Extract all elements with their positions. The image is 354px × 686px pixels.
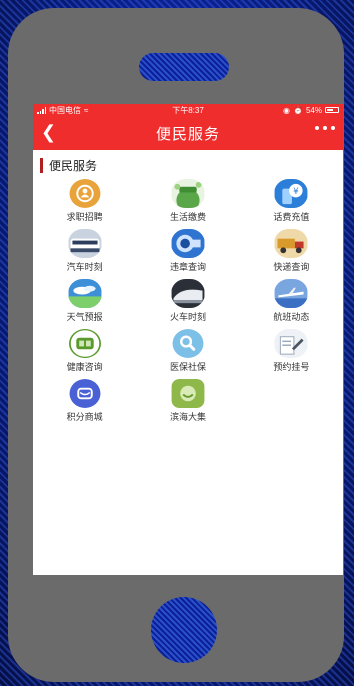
service-phone-recharge[interactable]: ¥ 话费充值 — [240, 179, 343, 223]
service-label: 快递查询 — [273, 262, 310, 272]
battery-icon — [325, 107, 339, 113]
job-person-icon — [69, 179, 101, 208]
service-label: 滨海大集 — [169, 412, 206, 422]
app-screen: 中国电信 ≈ 下午8:37 ◉ ⏰ 54% ❮ 便民服务 便民服务 求职招聘 生… — [33, 104, 343, 575]
nav-bar: ❮ 便民服务 — [33, 116, 343, 150]
service-label: 生活缴费 — [169, 212, 206, 222]
life-payment-icon — [171, 179, 205, 208]
phone-speaker — [139, 53, 229, 81]
binhai-market-icon — [171, 379, 205, 408]
status-bar: 中国电信 ≈ 下午8:37 ◉ ⏰ 54% — [33, 104, 343, 116]
phone-recharge-icon: ¥ — [274, 179, 308, 208]
service-label: 积分商城 — [66, 412, 103, 422]
svg-text:¥: ¥ — [293, 187, 299, 197]
weather-icon — [68, 279, 102, 308]
bus-schedule-icon — [68, 229, 102, 258]
section-title: 便民服务 — [49, 158, 98, 173]
service-label: 违章查询 — [169, 262, 206, 272]
service-points-mall[interactable]: 积分商城 — [33, 379, 136, 423]
service-appointment[interactable]: 预约挂号 — [240, 329, 343, 373]
traffic-camera-icon — [171, 229, 205, 258]
service-health[interactable]: 健康咨询 — [33, 329, 136, 373]
status-time: 下午8:37 — [172, 106, 204, 115]
home-button[interactable] — [151, 597, 217, 663]
health-icon — [68, 329, 101, 358]
flight-icon — [274, 279, 308, 308]
service-label: 医保社保 — [169, 362, 206, 372]
points-mall-icon — [69, 379, 101, 408]
service-label: 天气预报 — [66, 312, 103, 322]
service-label: 健康咨询 — [66, 362, 103, 372]
section-accent-bar — [40, 157, 43, 173]
service-label: 话费充值 — [273, 212, 310, 222]
appointment-icon — [274, 329, 308, 358]
chevron-left-icon[interactable]: ❮ — [41, 122, 56, 143]
service-label: 求职招聘 — [66, 212, 103, 222]
train-schedule-icon — [171, 279, 205, 308]
service-binhai-market[interactable]: 滨海大集 — [136, 379, 239, 423]
service-train-schedule[interactable]: 火车时刻 — [136, 279, 239, 323]
service-label: 火车时刻 — [169, 312, 206, 322]
more-dots-icon[interactable] — [315, 126, 335, 130]
service-medical-insurance[interactable]: 医保社保 — [136, 329, 239, 373]
section-header: 便民服务 — [40, 157, 343, 173]
service-label: 航班动态 — [273, 312, 310, 322]
service-grid: 求职招聘 生活缴费 ¥ 话费充值 汽车时刻 违章查询 快递查询 天气预报 火车时… — [33, 179, 343, 423]
search-icon — [172, 329, 204, 358]
service-flight[interactable]: 航班动态 — [240, 279, 343, 323]
service-job[interactable]: 求职招聘 — [33, 179, 136, 223]
service-express[interactable]: 快递查询 — [240, 229, 343, 273]
express-truck-icon — [274, 229, 308, 258]
service-traffic-violation[interactable]: 违章查询 — [136, 229, 239, 273]
service-weather[interactable]: 天气预报 — [33, 279, 136, 323]
service-bus-schedule[interactable]: 汽车时刻 — [33, 229, 136, 273]
service-label: 汽车时刻 — [66, 262, 103, 272]
page-title: 便民服务 — [155, 125, 220, 143]
service-life-payment[interactable]: 生活缴费 — [136, 179, 239, 223]
service-label: 预约挂号 — [273, 362, 310, 372]
